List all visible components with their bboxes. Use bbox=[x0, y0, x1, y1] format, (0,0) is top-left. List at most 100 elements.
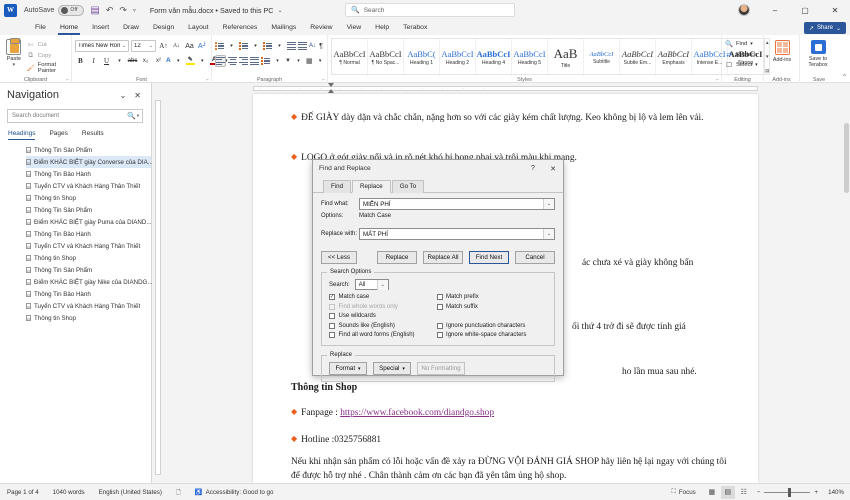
navigation-heading-item[interactable]: ▭ Thông Tin Sản Phẩm bbox=[26, 204, 151, 216]
text-effects-caret-icon[interactable]: ▾ bbox=[173, 55, 184, 67]
share-button[interactable]: ↗ Share ⌄ bbox=[803, 22, 846, 34]
select-caret-icon[interactable]: ▾ bbox=[755, 62, 758, 68]
scrollbar-thumb[interactable] bbox=[844, 123, 849, 193]
navigation-heading-item[interactable]: ▭ Điểm KHÁC BIỆT giày Nike của DIANDG... bbox=[26, 276, 153, 288]
ribbon-tab-review[interactable]: Review bbox=[303, 20, 339, 35]
style-normal[interactable]: AaBbCcI ¶ Normal bbox=[332, 39, 368, 76]
replace-with-dropdown-icon[interactable]: ⌄ bbox=[543, 229, 554, 239]
avatar[interactable] bbox=[738, 4, 750, 16]
maximize-button[interactable]: ▢ bbox=[790, 0, 820, 20]
find-next-button[interactable]: Find Next bbox=[469, 251, 509, 264]
align-center-button[interactable] bbox=[228, 55, 237, 67]
navigation-heading-item[interactable]: ▭ Tuyển CTV và Khách Hàng Thân Thiết bbox=[26, 240, 151, 252]
special-button[interactable]: Special ▾ bbox=[373, 362, 411, 375]
checkbox-match-prefix[interactable]: Match prefix bbox=[436, 294, 527, 300]
borders-caret-icon[interactable]: ▾ bbox=[315, 55, 326, 67]
font-name-combo[interactable]: Times New Roman ⌄ bbox=[75, 40, 129, 52]
copy-button[interactable]: ⧉ Copy bbox=[27, 52, 68, 60]
zoom-knob[interactable] bbox=[788, 487, 791, 497]
change-case-button[interactable]: Aa bbox=[184, 40, 195, 52]
ribbon-tab-design[interactable]: Design bbox=[146, 20, 181, 35]
format-painter-button[interactable]: 🖌 Format Painter bbox=[27, 62, 68, 74]
text-effects-button[interactable]: A bbox=[166, 55, 171, 67]
find-what-input[interactable]: MIỄN PHÍ ⌄ bbox=[359, 198, 555, 210]
vertical-ruler[interactable] bbox=[152, 94, 163, 483]
proofing-errors-icon[interactable]: 🗋 bbox=[169, 487, 188, 498]
numbering-button[interactable] bbox=[239, 40, 248, 52]
zoom-out-button[interactable]: − bbox=[757, 489, 761, 496]
align-left-button[interactable] bbox=[215, 55, 226, 67]
style-title[interactable]: AaB Title bbox=[548, 39, 584, 76]
checkbox-ignore-white-space-characters[interactable]: Ignore white-space characters bbox=[436, 332, 526, 338]
find-caret-icon[interactable]: ▾ bbox=[750, 41, 753, 47]
nav-tab-headings[interactable]: Headings bbox=[8, 130, 36, 140]
navigation-heading-item[interactable]: ▭ Thông Tin Sản Phẩm bbox=[26, 264, 151, 276]
format-button[interactable]: Format ▾ bbox=[329, 362, 367, 375]
focus-button[interactable]: ⛶ Focus bbox=[665, 488, 703, 496]
clear-formatting-button[interactable]: A╯ bbox=[197, 40, 208, 52]
search-options-caret-icon[interactable]: ▾ bbox=[137, 113, 139, 119]
addins-button[interactable]: Add-ins bbox=[767, 37, 797, 63]
navigation-heading-item[interactable]: ▭ Thông tin Shop bbox=[26, 192, 151, 204]
borders-button[interactable]: ▦ bbox=[306, 55, 313, 67]
subscript-button[interactable]: x₂ bbox=[140, 55, 151, 67]
page-indicator[interactable]: Page 1 of 4 bbox=[0, 489, 46, 496]
cancel-button[interactable]: Cancel bbox=[515, 251, 555, 264]
justify-button[interactable] bbox=[250, 55, 259, 67]
line-spacing-caret-icon[interactable]: ▾ bbox=[272, 55, 283, 67]
horizontal-ruler[interactable]: · · · · · · · · · · · · bbox=[152, 83, 843, 94]
style-heading-1[interactable]: AaBbC(Heading 1 bbox=[404, 39, 440, 76]
ribbon-tab-file[interactable]: File bbox=[28, 20, 53, 35]
chevron-down-icon[interactable]: ⌄ bbox=[116, 91, 131, 100]
decrease-indent-button[interactable] bbox=[287, 40, 296, 52]
multilevel-caret-icon[interactable]: ▾ bbox=[274, 40, 285, 52]
title-chevron-down-icon[interactable]: ⌄ bbox=[277, 7, 282, 14]
find-what-dropdown-icon[interactable]: ⌄ bbox=[543, 199, 554, 209]
collapse-ribbon-icon[interactable]: ^ bbox=[843, 74, 846, 80]
style-no-spac[interactable]: AaBbCcI ¶ No Spac... bbox=[368, 39, 404, 76]
navigation-heading-item[interactable]: ▭ Thông tin Shop bbox=[26, 252, 151, 264]
bullets-button[interactable] bbox=[215, 40, 224, 52]
navigation-search-input[interactable]: Search document 🔍 ▾ bbox=[7, 109, 143, 123]
language-indicator[interactable]: English (United States) bbox=[92, 489, 169, 496]
save-to-terabox-button[interactable]: Save to Terabox bbox=[803, 37, 833, 68]
autosave-toggle[interactable]: Off bbox=[58, 4, 85, 16]
nav-tab-pages[interactable]: Pages bbox=[49, 130, 67, 140]
style-emphasis[interactable]: AaBbCcI Emphasis bbox=[656, 39, 692, 76]
dialog-tab-go-to[interactable]: Go To bbox=[391, 180, 425, 193]
select-button[interactable]: ☐ Select ▾ bbox=[725, 61, 760, 69]
navigation-heading-item[interactable]: ▭ Thông Tin Bảo Hành bbox=[26, 168, 151, 180]
increase-indent-button[interactable] bbox=[298, 40, 307, 52]
zoom-in-button[interactable]: + bbox=[814, 489, 818, 496]
ribbon-tab-terabox[interactable]: Terabox bbox=[396, 20, 434, 35]
customize-quick-access-icon[interactable]: ▿ bbox=[133, 7, 136, 14]
sort-button[interactable]: A↓ bbox=[309, 40, 316, 52]
search-scope-select[interactable]: All ⌄ bbox=[354, 279, 389, 290]
bullets-caret-icon[interactable]: ▾ bbox=[226, 40, 237, 52]
word-count[interactable]: 1040 words bbox=[46, 489, 92, 496]
print-layout-icon[interactable]: ▤ bbox=[720, 485, 735, 499]
paste-button[interactable]: Paste ▾ bbox=[3, 37, 25, 74]
superscript-button[interactable]: x² bbox=[153, 55, 164, 67]
close-button[interactable]: ✕ bbox=[820, 0, 850, 20]
strikethrough-button[interactable]: abc bbox=[127, 55, 138, 67]
navigation-heading-item[interactable]: ▭ Tuyển CTV và Khách Hàng Thân Thiết bbox=[26, 180, 151, 192]
find-button[interactable]: 🔍 Find ▾ bbox=[725, 40, 760, 48]
ribbon-tab-references[interactable]: References bbox=[216, 20, 265, 35]
shading-button[interactable]: ▼ bbox=[285, 55, 291, 67]
fanpage-link[interactable]: https://www.facebook.com/diandgo.shop bbox=[340, 408, 494, 418]
navigation-heading-item[interactable]: ▭ Thông Tin Bảo Hành bbox=[26, 288, 151, 300]
style-heading-2[interactable]: AaBbCcI Heading 2 bbox=[440, 39, 476, 76]
indent-marker[interactable] bbox=[328, 83, 334, 93]
replace-all-button[interactable]: Replace All bbox=[423, 251, 463, 264]
style-heading-5[interactable]: AaBbCcI Heading 5 bbox=[512, 39, 548, 76]
highlight-button[interactable]: ✎ bbox=[185, 55, 195, 67]
save-icon[interactable]: ▤ bbox=[90, 5, 99, 16]
ribbon-tab-insert[interactable]: Insert bbox=[85, 20, 116, 35]
font-size-combo[interactable]: 12 ⌄ bbox=[131, 40, 156, 52]
replace-button[interactable]: ⇄ Replace bbox=[725, 51, 760, 59]
redo-icon[interactable]: ↷ bbox=[119, 5, 127, 16]
highlight-caret-icon[interactable]: ▾ bbox=[197, 55, 208, 67]
checkbox-ignore-punctuation-characters[interactable]: Ignore punctuation characters bbox=[436, 322, 527, 329]
bold-button[interactable]: B bbox=[75, 55, 86, 67]
